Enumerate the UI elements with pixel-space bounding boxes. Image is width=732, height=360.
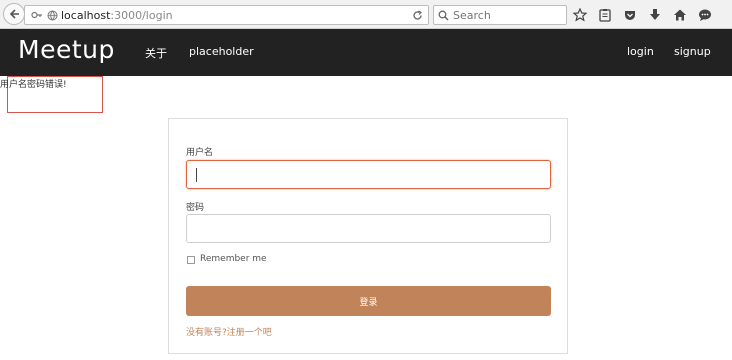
arrow-left-icon <box>9 9 19 19</box>
remember-me-label[interactable]: Remember me <box>200 254 267 264</box>
flash-message-text: 用户名密码错误! <box>0 80 67 90</box>
search-icon <box>438 10 449 21</box>
url-text: localhost:3000/login <box>61 9 173 22</box>
login-submit-button[interactable]: 登录 <box>186 286 551 316</box>
key-icon <box>31 11 42 19</box>
signup-link[interactable]: 没有账号?注册一个吧 <box>186 325 272 338</box>
reload-button[interactable] <box>410 8 424 22</box>
nav-link-login[interactable]: login <box>627 45 654 58</box>
globe-icon <box>47 10 58 21</box>
browser-tool-icons <box>572 6 713 24</box>
remember-me-checkbox[interactable] <box>187 256 195 264</box>
download-icon[interactable] <box>647 7 663 23</box>
search-input[interactable] <box>453 8 561 22</box>
brand-logo[interactable]: Meetup <box>18 35 115 64</box>
text-caret <box>196 168 197 182</box>
home-icon[interactable] <box>672 7 688 23</box>
nav-link-about[interactable]: 关于 <box>145 45 167 61</box>
url-path: :3000/login <box>110 8 173 22</box>
search-bar[interactable] <box>433 5 567 25</box>
reload-icon <box>412 9 422 20</box>
chat-icon[interactable] <box>697 7 713 23</box>
bookmark-star-icon[interactable] <box>572 7 588 23</box>
browser-toolbar: localhost:3000/login <box>0 0 732 29</box>
login-card: 用户名 密码 Remember me 登录 没有账号?注册一个吧 <box>168 118 568 354</box>
username-field[interactable] <box>186 160 551 189</box>
password-label: 密码 <box>186 203 205 213</box>
reading-list-icon[interactable] <box>597 7 613 23</box>
site-navbar: Meetup 关于 placeholder login signup <box>0 29 732 76</box>
back-button[interactable] <box>3 3 25 25</box>
nav-link-signup[interactable]: signup <box>674 45 711 58</box>
url-host: localhost <box>61 8 111 22</box>
username-label: 用户名 <box>186 148 214 158</box>
nav-link-placeholder[interactable]: placeholder <box>189 45 254 58</box>
pocket-icon[interactable] <box>622 7 638 23</box>
password-field[interactable] <box>186 214 551 243</box>
url-bar[interactable]: localhost:3000/login <box>24 5 429 25</box>
